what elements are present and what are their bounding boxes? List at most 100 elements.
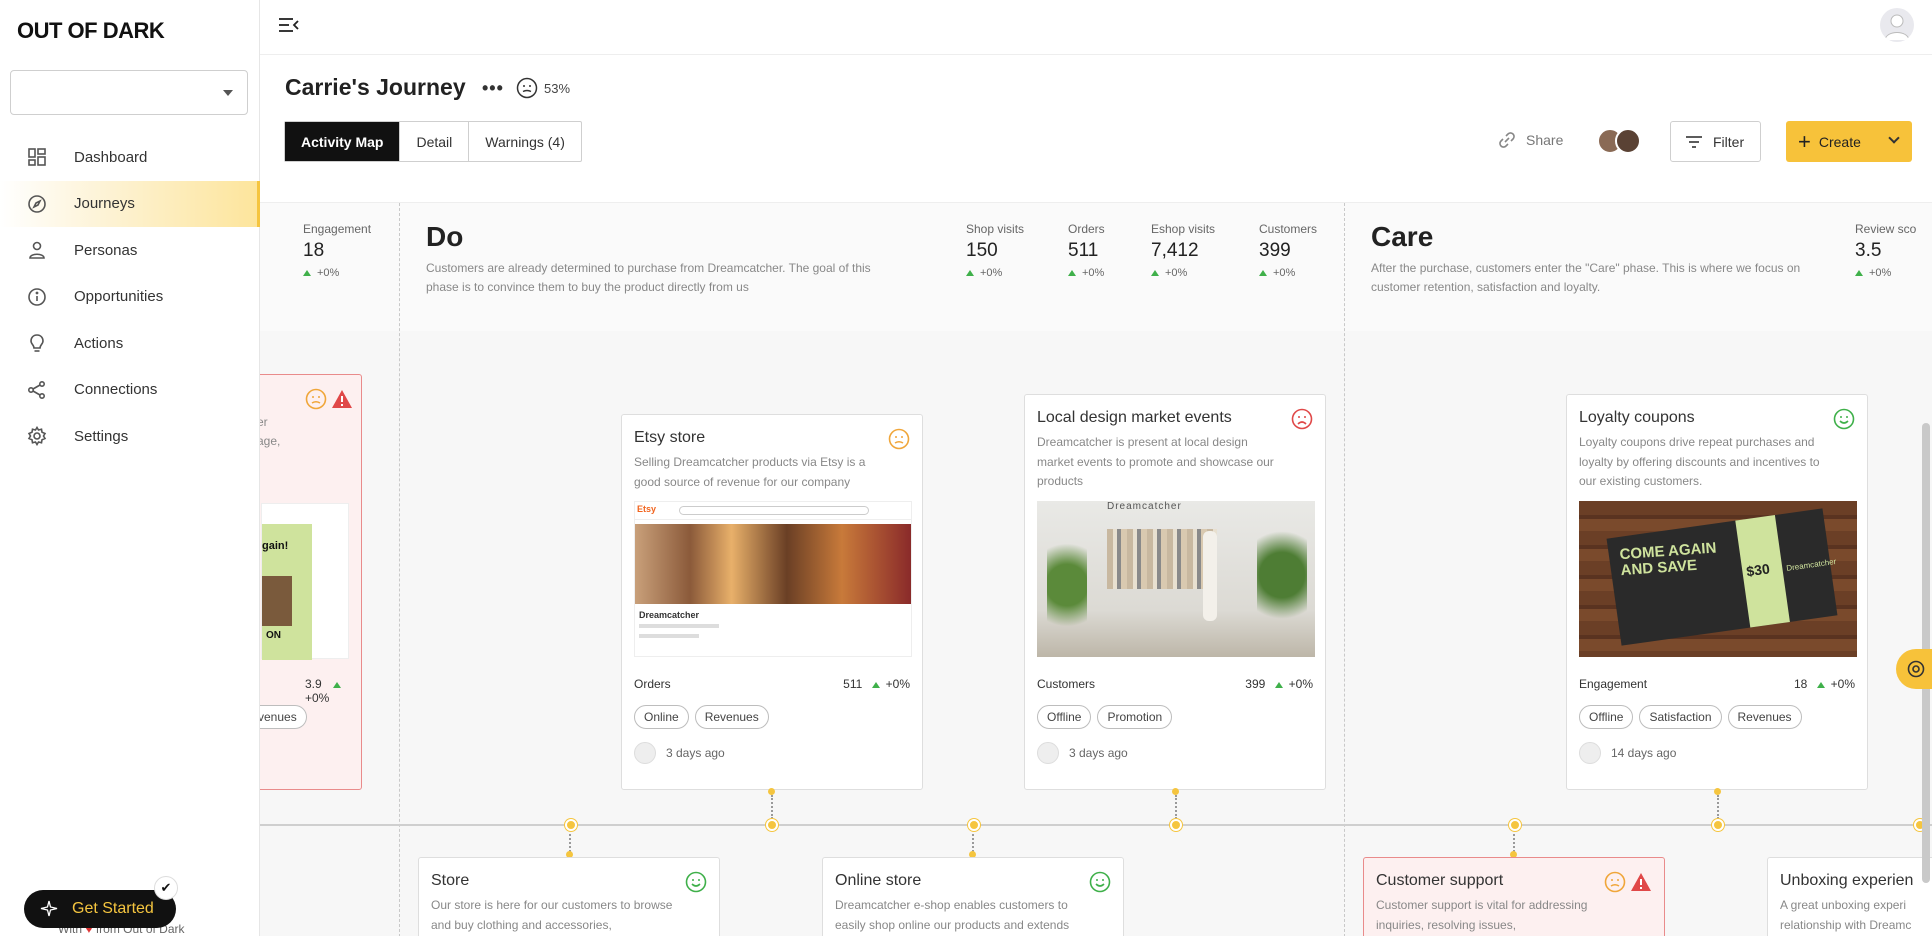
card-description: Dreamcatcher e-shop enables customers to… bbox=[835, 898, 1070, 932]
card-metric-label: Orders bbox=[634, 677, 671, 691]
lightbulb-icon bbox=[26, 332, 48, 354]
check-icon[interactable]: ✔ bbox=[154, 876, 178, 900]
up-arrow-icon bbox=[1151, 270, 1159, 276]
sidebar-item-dashboard[interactable]: Dashboard bbox=[0, 134, 260, 181]
card-title: Customer support bbox=[1376, 872, 1504, 889]
tag[interactable]: Online bbox=[634, 705, 689, 729]
filter-button[interactable]: Filter bbox=[1670, 121, 1761, 162]
connector-dot bbox=[768, 788, 775, 795]
plant bbox=[1047, 541, 1087, 651]
up-arrow-icon bbox=[966, 270, 974, 276]
metric-engagement: Engagement 18 +0% bbox=[303, 222, 371, 279]
up-arrow-icon bbox=[333, 682, 342, 688]
help-widget-button[interactable] bbox=[1896, 649, 1932, 689]
etsy-shop-name: Dreamcatcher bbox=[639, 610, 700, 620]
sidebar-item-opportunities[interactable]: Opportunities bbox=[0, 274, 260, 321]
collapse-menu-icon[interactable] bbox=[278, 16, 300, 34]
sidebar-item-settings[interactable]: Settings bbox=[0, 413, 260, 460]
card-title: Unboxing experien bbox=[1780, 872, 1914, 889]
metric-label: Review sco bbox=[1855, 222, 1917, 236]
shopper-figure bbox=[1203, 531, 1217, 621]
timeline-node[interactable] bbox=[1170, 819, 1182, 831]
timeline-node[interactable] bbox=[968, 819, 980, 831]
coupon-headline: COME AGAIN AND SAVE bbox=[1619, 539, 1717, 580]
sidebar-item-journeys[interactable]: Journeys bbox=[0, 180, 260, 227]
metric-label: Shop visits bbox=[966, 222, 1025, 236]
card-tags: venues bbox=[260, 705, 307, 729]
metric-delta: +0% bbox=[1068, 267, 1105, 279]
timeline-node[interactable] bbox=[565, 819, 577, 831]
chevron-down-icon bbox=[1888, 132, 1900, 144]
card-description: Dreamcatcher is present at local design … bbox=[1037, 435, 1274, 488]
journey-timeline bbox=[260, 824, 1932, 826]
plant bbox=[1257, 531, 1307, 641]
timeline-node[interactable] bbox=[1509, 819, 1521, 831]
touchpoint-card-online-store[interactable]: Online store Dreamcatcher e-shop enables… bbox=[822, 857, 1124, 936]
activity-map-canvas[interactable]: Engagement 18 +0% Do Customers are alrea… bbox=[260, 202, 1932, 936]
sidebar-item-personas[interactable]: Personas bbox=[0, 227, 260, 274]
tab-detail[interactable]: Detail bbox=[400, 122, 470, 161]
sidebar-item-actions[interactable]: Actions bbox=[0, 320, 260, 367]
info-icon bbox=[26, 286, 48, 308]
create-button[interactable]: + Create bbox=[1786, 121, 1912, 162]
card-image-text: gain! bbox=[262, 540, 289, 552]
sidebar-item-label: Actions bbox=[74, 334, 124, 352]
neutral-face-icon bbox=[516, 77, 538, 99]
get-started-button[interactable]: Get Started bbox=[24, 890, 176, 928]
tab-warnings[interactable]: Warnings (4) bbox=[469, 122, 581, 161]
tag[interactable]: Revenues bbox=[1727, 705, 1802, 729]
metric-value: 150 bbox=[966, 240, 998, 261]
timeline-node[interactable] bbox=[766, 819, 778, 831]
sidebar-item-label: Opportunities bbox=[74, 288, 164, 306]
metric-delta: +0% bbox=[1151, 267, 1215, 279]
tag[interactable]: Offline bbox=[1579, 705, 1634, 729]
metric-label: Eshop visits bbox=[1151, 222, 1216, 236]
card-metric-value-group: 399 +0% bbox=[1245, 677, 1313, 691]
workspace-select[interactable] bbox=[10, 70, 248, 115]
up-arrow-icon bbox=[303, 270, 311, 276]
touchpoint-card-customer-support[interactable]: Customer support Customer support is vit… bbox=[1363, 857, 1665, 936]
touchpoint-card-loyalty-coupons[interactable]: Loyalty coupons Loyalty coupons drive re… bbox=[1566, 394, 1868, 790]
metric-eshop-visits: Eshop visits 7,412 +0% bbox=[1151, 222, 1215, 279]
tag[interactable]: Promotion bbox=[1097, 705, 1173, 729]
journey-mood: 53% bbox=[516, 77, 570, 99]
user-avatar[interactable] bbox=[1880, 8, 1914, 42]
touchpoint-card-store[interactable]: Store Our store is here for our customer… bbox=[418, 857, 720, 936]
touchpoint-card-etsy-store[interactable]: Etsy store Selling Dreamcatcher products… bbox=[621, 414, 923, 790]
touchpoint-card-partial[interactable]: er age, gain! ON 3.9 +0% venues bbox=[260, 374, 362, 790]
metric-label: Customers bbox=[1259, 222, 1318, 236]
tag[interactable]: Offline bbox=[1037, 705, 1092, 729]
card-metric: 3.9 +0% bbox=[305, 677, 361, 705]
card-metric-delta: +0% bbox=[305, 691, 330, 705]
stage-description-do: Customers are already determined to purc… bbox=[426, 261, 871, 294]
card-updated: 3 days ago bbox=[1037, 742, 1128, 764]
card-updated-time: 3 days ago bbox=[666, 746, 725, 760]
card-metric-label: Customers bbox=[1037, 677, 1096, 691]
more-options-button[interactable]: ••• bbox=[482, 78, 504, 99]
share-button[interactable]: Share bbox=[1498, 131, 1563, 149]
page-title: Carrie's Journey bbox=[285, 74, 466, 100]
timeline-node[interactable] bbox=[1712, 819, 1724, 831]
clothing-rack bbox=[1107, 529, 1217, 589]
coupon-brand: Dreamcatcher bbox=[1785, 556, 1837, 573]
app-logo[interactable]: OUT OF DARK bbox=[17, 18, 165, 44]
up-arrow-icon bbox=[1068, 270, 1076, 276]
tag[interactable]: Satisfaction bbox=[1639, 705, 1722, 729]
sidebar-item-connections[interactable]: Connections bbox=[0, 367, 260, 414]
touchpoint-card-market-events[interactable]: Local design market events Dreamcatcher … bbox=[1024, 394, 1326, 790]
touchpoint-card-unboxing[interactable]: Unboxing experien A great unboxing exper… bbox=[1767, 857, 1932, 936]
tab-activity-map[interactable]: Activity Map bbox=[285, 122, 401, 161]
card-image: Etsy Dreamcatcher bbox=[634, 501, 912, 657]
collaborators[interactable] bbox=[1597, 128, 1641, 154]
stage-title-do: Do bbox=[426, 221, 464, 252]
metric-delta-value: +0% bbox=[1165, 267, 1188, 279]
card-title: Etsy store bbox=[634, 429, 706, 446]
warning-icon bbox=[1631, 873, 1651, 891]
card-description-fragment: age, bbox=[260, 434, 281, 448]
sidebar-item-label: Dashboard bbox=[74, 148, 148, 166]
tag[interactable]: Revenues bbox=[694, 705, 769, 729]
tag[interactable]: venues bbox=[260, 705, 307, 729]
coupon-stripe: $30 bbox=[1735, 515, 1790, 628]
neutral-face-icon bbox=[1604, 871, 1626, 893]
share-nodes-icon bbox=[26, 379, 48, 401]
